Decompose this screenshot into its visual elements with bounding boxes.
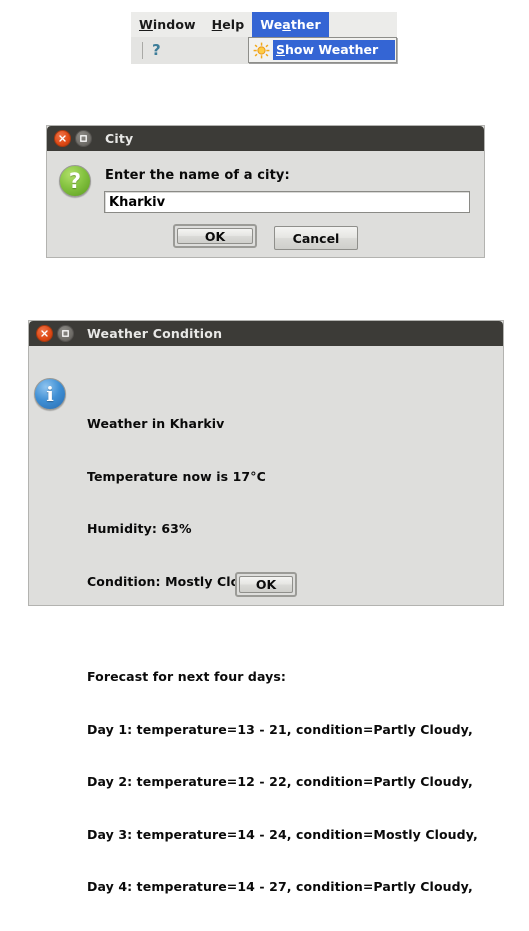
menu-item-help[interactable]: Help xyxy=(204,12,253,37)
weather-line-city: Weather in Kharkiv xyxy=(87,416,225,431)
menu-item-weather-pre: We xyxy=(260,17,283,32)
city-ok-button[interactable]: OK xyxy=(177,228,253,244)
weather-ok-button[interactable]: OK xyxy=(239,576,293,593)
info-glyph: i xyxy=(46,382,54,406)
city-dialog-title: City xyxy=(105,131,134,146)
menu-item-help-rest: elp xyxy=(222,17,245,32)
question-circle-icon: ? xyxy=(59,165,91,197)
sun-icon xyxy=(253,42,270,59)
forecast-line-day1: Day 1: temperature=13 - 21, condition=Pa… xyxy=(87,721,473,737)
forecast-line-day3: Day 3: temperature=14 - 24, condition=Mo… xyxy=(87,826,478,842)
weather-line-temperature: Temperature now is 17°C xyxy=(87,468,266,484)
toolbar-separator xyxy=(142,42,143,59)
forecast-line-day4: Day 4: temperature=14 - 27, condition=Pa… xyxy=(87,879,473,894)
menu-item-show-weather-label: Show Weather xyxy=(273,40,395,60)
ok-button-focus-ring: OK xyxy=(235,572,297,597)
weather-dialog-titlebar[interactable]: Weather Condition xyxy=(29,321,503,346)
weather-dialog-title: Weather Condition xyxy=(87,326,223,341)
menu-item-weather-mnemonic: a xyxy=(282,17,291,32)
forecast-heading: Forecast for next four days: xyxy=(87,669,287,684)
ok-button-focus-ring: OK xyxy=(173,224,257,248)
city-name-input[interactable] xyxy=(104,191,470,213)
forecast-line-day2: Day 2: temperature=12 - 22, condition=Pa… xyxy=(87,774,473,789)
close-icon[interactable] xyxy=(54,130,71,147)
maximize-icon[interactable] xyxy=(75,130,92,147)
question-glyph: ? xyxy=(68,168,82,193)
weather-line-humidity: Humidity: 63% xyxy=(87,521,192,536)
menu-item-weather-post: ther xyxy=(290,17,321,32)
city-dialog-body: ? Enter the name of a city: OK Cancel xyxy=(47,151,484,258)
menu-item-help-mnemonic: H xyxy=(211,17,223,32)
help-question-icon[interactable]: ? xyxy=(152,43,161,58)
show-weather-rest: how Weather xyxy=(285,42,379,57)
menu-bar: Window Help We a ther xyxy=(131,12,397,37)
maximize-icon[interactable] xyxy=(57,325,74,342)
weather-dialog-buttons: OK xyxy=(29,572,503,597)
city-cancel-button[interactable]: Cancel xyxy=(274,226,358,250)
weather-condition-dialog: Weather Condition i Weather in Kharkiv T… xyxy=(28,320,504,894)
info-circle-icon: i xyxy=(34,378,66,410)
city-dialog-buttons: OK Cancel xyxy=(47,224,484,250)
city-dialog: City ? Enter the name of a city: OK Canc… xyxy=(46,125,485,258)
show-weather-mnemonic: S xyxy=(276,42,286,57)
menu-region: Window Help We a ther ? Show Weather xyxy=(131,12,397,64)
city-prompt-label: Enter the name of a city: xyxy=(105,168,290,183)
weather-message-text: Weather in Kharkiv Temperature now is 17… xyxy=(87,380,478,931)
city-dialog-titlebar[interactable]: City xyxy=(47,126,484,151)
close-icon[interactable] xyxy=(36,325,53,342)
menu-item-show-weather[interactable]: Show Weather xyxy=(250,39,395,61)
menu-item-window-rest: indow xyxy=(152,17,196,32)
menu-item-window-mnemonic: W xyxy=(139,17,153,32)
menu-item-window[interactable]: Window xyxy=(131,12,204,37)
weather-dialog-body: i Weather in Kharkiv Temperature now is … xyxy=(29,346,503,894)
weather-menu-dropdown: Show Weather xyxy=(248,37,397,63)
menu-item-weather[interactable]: We a ther xyxy=(252,12,329,37)
